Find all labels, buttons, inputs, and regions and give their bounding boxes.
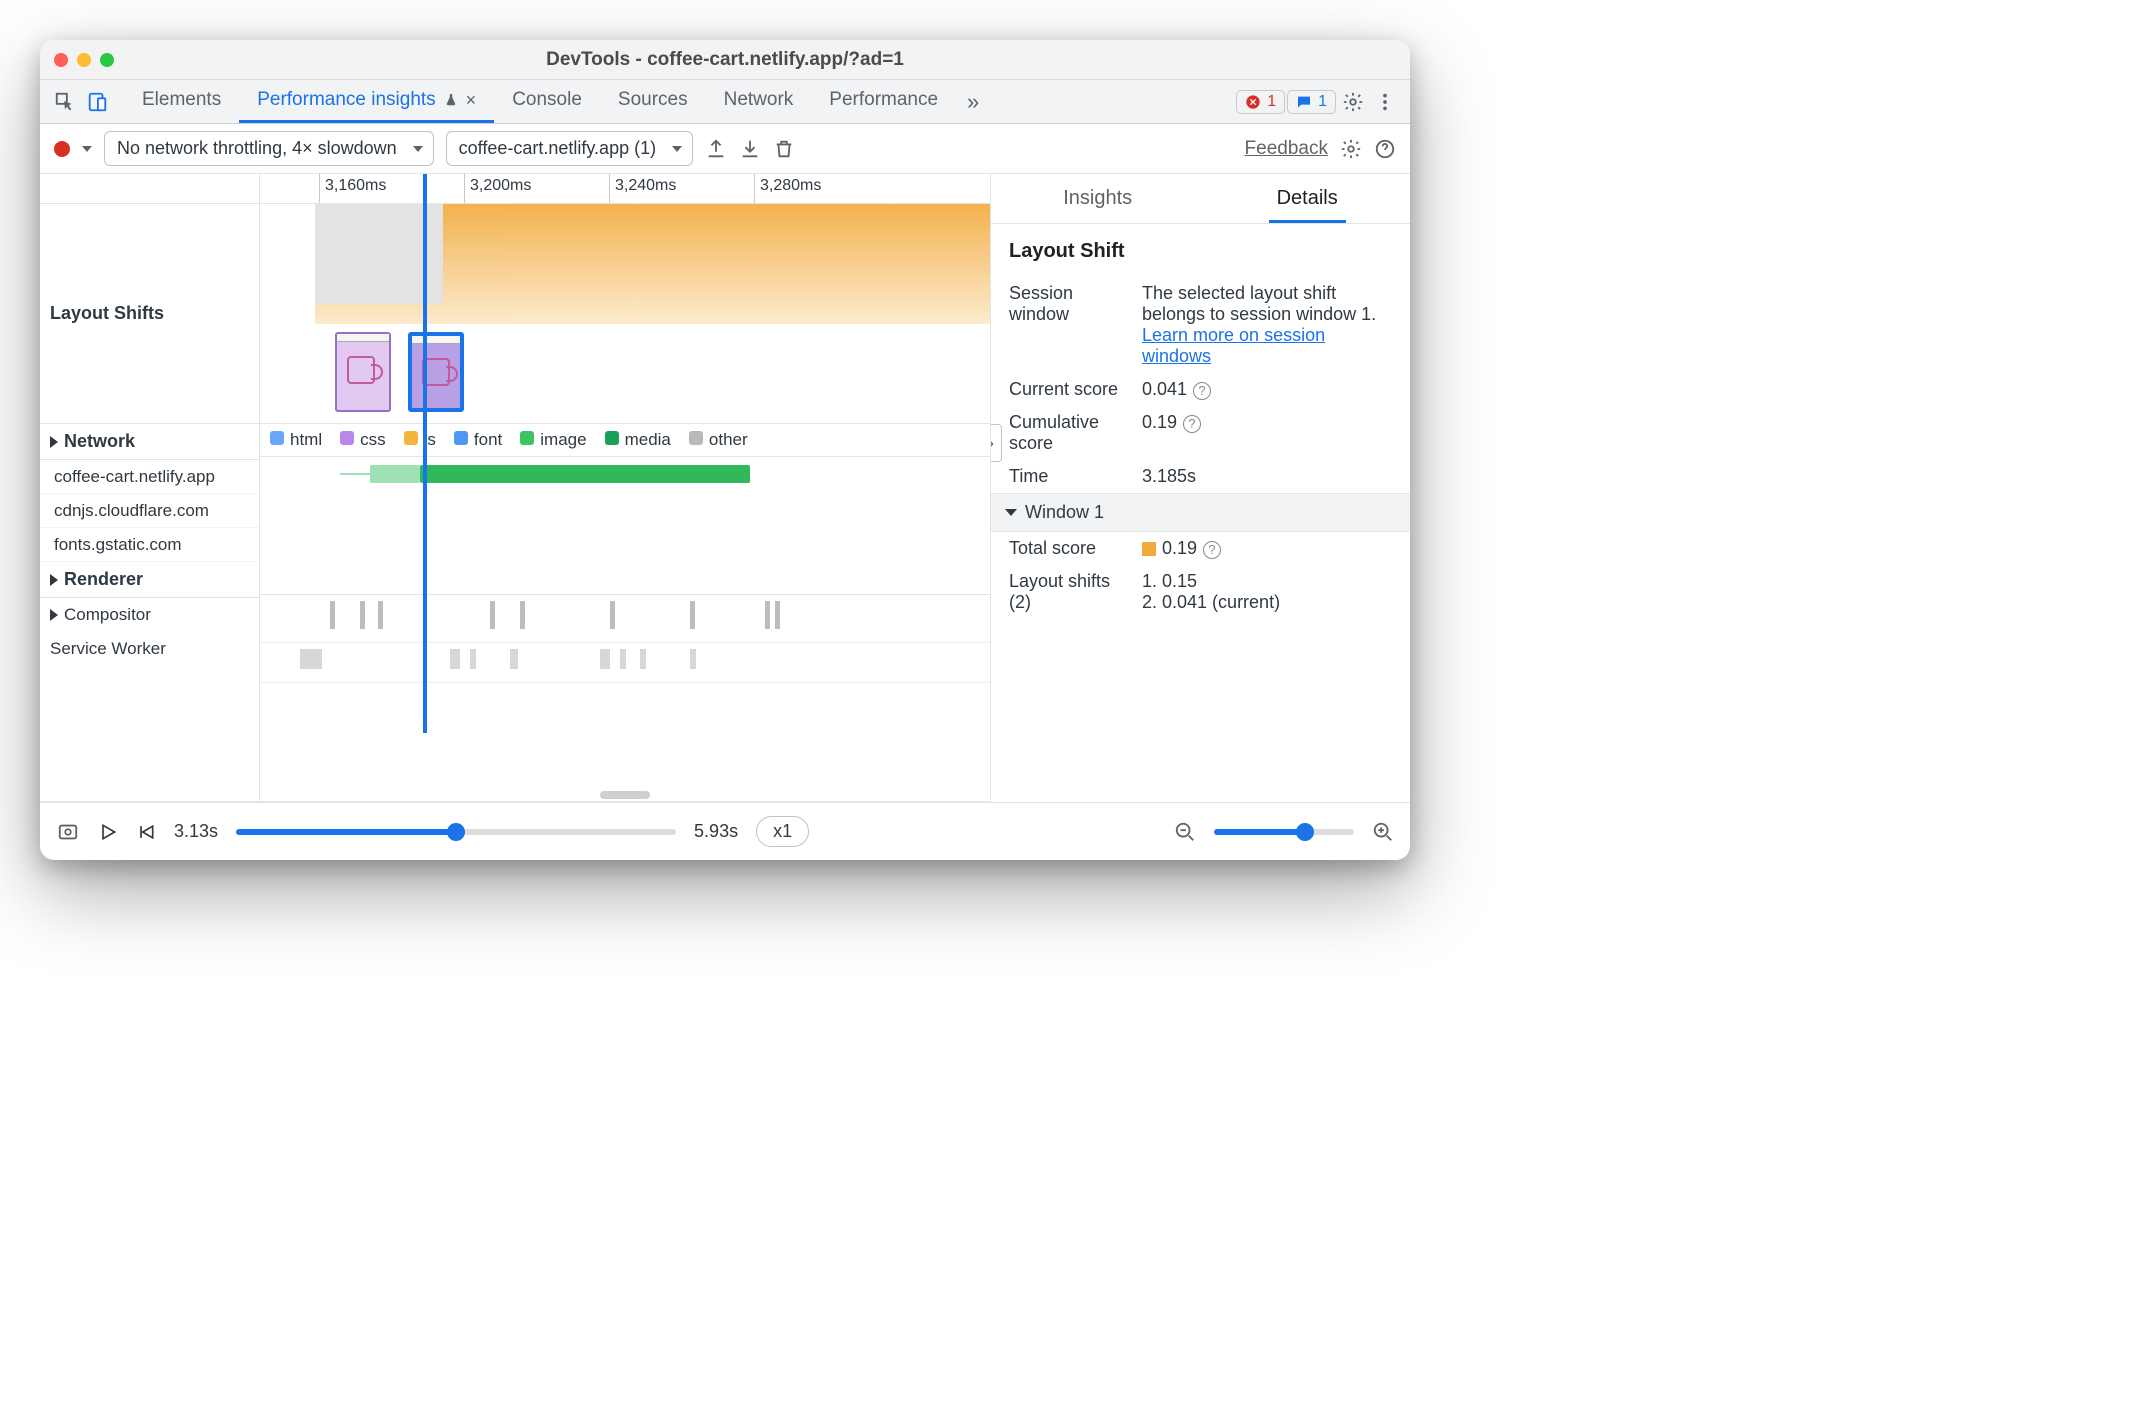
tab-sources[interactable]: Sources [600, 80, 706, 123]
playback-end-time: 5.93s [694, 821, 738, 842]
compositor-lane[interactable] [260, 595, 990, 643]
delete-icon[interactable] [773, 138, 795, 160]
details-title: Layout Shift [991, 224, 1410, 277]
more-tabs-icon[interactable]: » [958, 87, 988, 117]
layout-shifts-lane[interactable] [260, 204, 990, 424]
zoom-out-icon[interactable] [1174, 821, 1196, 843]
renderer-lane[interactable] [260, 559, 990, 595]
close-tab-icon[interactable]: × [466, 90, 477, 111]
layout-shifts-lane-label: Layout Shifts [40, 204, 259, 424]
record-menu-icon[interactable] [82, 146, 92, 152]
timeline-lanes[interactable]: 3,160ms 3,200ms 3,240ms 3,280ms html [260, 174, 990, 801]
error-icon [1245, 94, 1261, 110]
renderer-lane-label[interactable]: Renderer [40, 562, 259, 598]
throttling-select[interactable]: No network throttling, 4× slowdown [104, 131, 434, 166]
service-worker-lane[interactable] [260, 643, 990, 683]
tab-details[interactable]: Details [1269, 177, 1346, 223]
network-row[interactable] [260, 491, 990, 525]
shift-entry[interactable]: 2. 0.041 (current) [1142, 592, 1392, 613]
errors-badge[interactable]: 1 [1236, 90, 1285, 114]
play-button[interactable] [98, 822, 118, 842]
network-row[interactable] [260, 457, 990, 491]
recording-select[interactable]: coffee-cart.netlify.app (1) [446, 131, 693, 166]
tab-insights[interactable]: Insights [1055, 177, 1140, 223]
details-pane: Insights Details Layout Shift Session wi… [990, 174, 1410, 802]
tab-network[interactable]: Network [706, 80, 812, 123]
network-host-row[interactable]: fonts.gstatic.com [40, 528, 259, 562]
panel-body: Layout Shifts Network coffee-cart.netlif… [40, 174, 1410, 802]
help-icon[interactable] [1374, 138, 1396, 160]
network-row[interactable] [260, 525, 990, 559]
help-icon[interactable]: ? [1203, 541, 1221, 559]
panel-settings-icon[interactable] [1340, 138, 1362, 160]
network-host-row[interactable]: coffee-cart.netlify.app [40, 460, 259, 494]
panels-tabbar: Elements Performance insights × Console … [40, 80, 1410, 124]
score-chip [1142, 542, 1156, 556]
zoom-slider[interactable] [1214, 829, 1354, 835]
chevron-down-icon [1005, 509, 1017, 516]
compositor-lane-label[interactable]: Compositor [40, 598, 259, 632]
titlebar: DevTools - coffee-cart.netlify.app/?ad=1 [40, 40, 1410, 80]
issues-badge[interactable]: 1 [1287, 90, 1336, 114]
expand-icon [50, 609, 58, 621]
window-section-header[interactable]: Window 1 [991, 493, 1410, 532]
time-ruler[interactable]: 3,160ms 3,200ms 3,240ms 3,280ms [260, 174, 990, 204]
window-title: DevTools - coffee-cart.netlify.app/?ad=1 [40, 49, 1410, 71]
tab-performance[interactable]: Performance [811, 80, 956, 123]
tab-performance-insights[interactable]: Performance insights × [239, 80, 494, 123]
feedback-link[interactable]: Feedback [1245, 138, 1328, 160]
playback-start-time: 3.13s [174, 821, 218, 842]
panel-tabs: Elements Performance insights × Console … [124, 80, 956, 123]
scroll-indicator[interactable] [600, 791, 650, 799]
screenshot-toggle-icon[interactable] [56, 821, 80, 843]
playback-speed[interactable]: x1 [756, 816, 809, 847]
shift-entry[interactable]: 1. 0.15 [1142, 571, 1392, 592]
record-button[interactable] [54, 141, 70, 157]
device-toolbar-icon[interactable] [82, 87, 112, 117]
pane-resize-handle[interactable] [990, 424, 1002, 462]
help-icon[interactable]: ? [1183, 415, 1201, 433]
timeline-pane: Layout Shifts Network coffee-cart.netlif… [40, 174, 990, 802]
playback-bar: 3.13s 5.93s x1 [40, 802, 1410, 860]
inspect-element-icon[interactable] [50, 87, 80, 117]
experiment-icon [444, 93, 458, 107]
service-worker-lane-label[interactable]: Service Worker [40, 632, 259, 666]
network-lane-label[interactable]: Network [40, 424, 259, 460]
details-tabs: Insights Details [991, 174, 1410, 224]
tab-console[interactable]: Console [494, 80, 600, 123]
layout-shift-thumbnail[interactable] [335, 332, 391, 412]
layout-shift-thumbnail-selected[interactable] [408, 332, 464, 412]
cls-session-band [315, 204, 990, 324]
insights-toolbar: No network throttling, 4× slowdown coffe… [40, 124, 1410, 174]
playhead-line[interactable] [423, 174, 427, 733]
expand-icon [50, 436, 58, 448]
tab-elements[interactable]: Elements [124, 80, 239, 123]
details-content: Layout Shift Session window The selected… [991, 224, 1410, 802]
network-host-row[interactable]: cdnjs.cloudflare.com [40, 494, 259, 528]
rewind-button[interactable] [136, 822, 156, 842]
learn-more-link[interactable]: Learn more on session windows [1142, 325, 1325, 366]
network-legend: html css js font image media other [260, 424, 990, 457]
help-icon[interactable]: ? [1193, 382, 1211, 400]
export-icon[interactable] [705, 138, 727, 160]
lane-labels: Layout Shifts Network coffee-cart.netlif… [40, 174, 260, 801]
expand-icon [50, 574, 58, 586]
playback-slider[interactable] [236, 829, 676, 835]
zoom-in-icon[interactable] [1372, 821, 1394, 843]
settings-icon[interactable] [1338, 87, 1368, 117]
message-icon [1296, 94, 1312, 110]
kebab-menu-icon[interactable] [1370, 87, 1400, 117]
import-icon[interactable] [739, 138, 761, 160]
devtools-window: DevTools - coffee-cart.netlify.app/?ad=1… [40, 40, 1410, 860]
